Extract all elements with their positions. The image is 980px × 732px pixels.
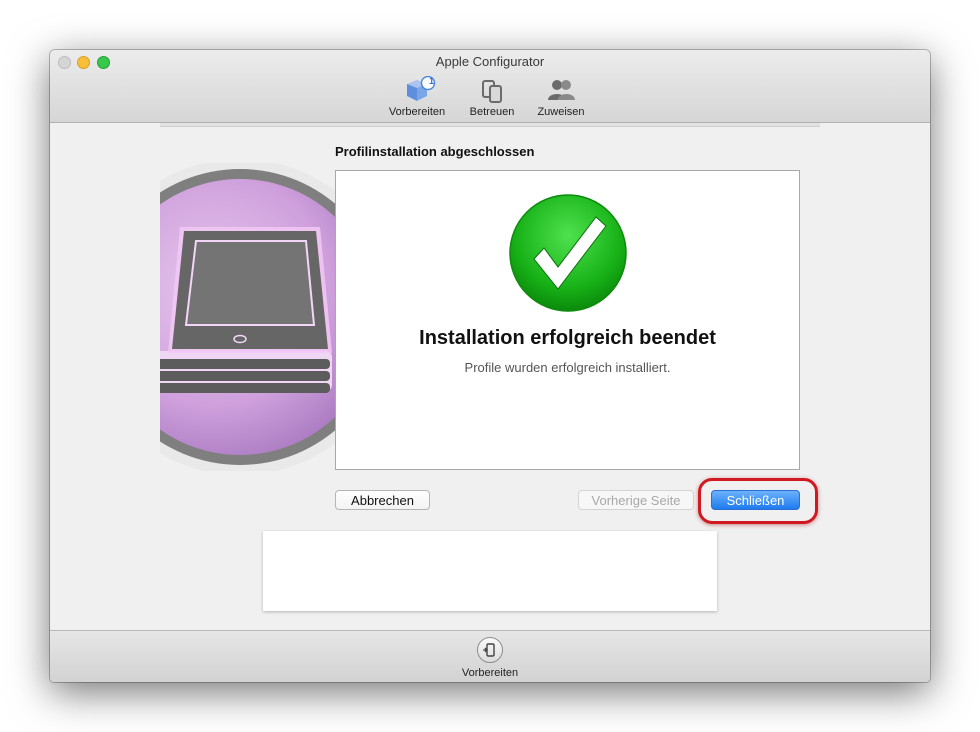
background-sheet <box>263 531 717 611</box>
toolbar-item-zuweisen[interactable]: Zuweisen <box>526 76 596 118</box>
bottom-bar: Vorbereiten <box>50 630 930 682</box>
devices-icon <box>457 76 527 104</box>
previous-page-button[interactable]: Vorherige Seite <box>578 490 694 510</box>
cancel-button[interactable]: Abbrechen <box>335 490 430 510</box>
title-bar: Apple Configurator 1 Vorbereiten Betreue… <box>50 50 930 123</box>
toolbar-item-betreuen[interactable]: Betreuen <box>457 76 527 118</box>
success-title: Installation erfolgreich beendet <box>419 327 716 349</box>
toolbar-item-label: Zuweisen <box>537 106 585 118</box>
toolbar-item-vorbereiten[interactable]: 1 Vorbereiten <box>382 75 452 118</box>
prepare-device-icon <box>477 637 503 663</box>
toolbar-badge: 1 <box>429 76 435 86</box>
success-subtitle: Profile wurden erfolgreich installiert. <box>464 360 671 375</box>
bottom-prepare-button[interactable]: Vorbereiten <box>454 637 526 679</box>
bottom-action-label: Vorbereiten <box>461 667 519 679</box>
sheet-top-edge <box>160 123 820 127</box>
toolbar-item-label: Vorbereiten <box>388 106 446 118</box>
result-panel: Installation erfolgreich beendet Profile… <box>335 170 800 470</box>
prepare-icon: 1 <box>382 75 452 104</box>
users-icon <box>526 76 596 104</box>
main-content: Profilinstallation abgeschlossen Install… <box>50 123 930 630</box>
success-checkmark-icon <box>508 193 628 318</box>
section-title: Profilinstallation abgeschlossen <box>335 144 535 159</box>
window-title: Apple Configurator <box>435 54 545 69</box>
app-window: Apple Configurator 1 Vorbereiten Betreue… <box>50 50 930 682</box>
toolbar-item-label: Betreuen <box>469 106 515 118</box>
close-button[interactable]: Schließen <box>711 490 800 510</box>
